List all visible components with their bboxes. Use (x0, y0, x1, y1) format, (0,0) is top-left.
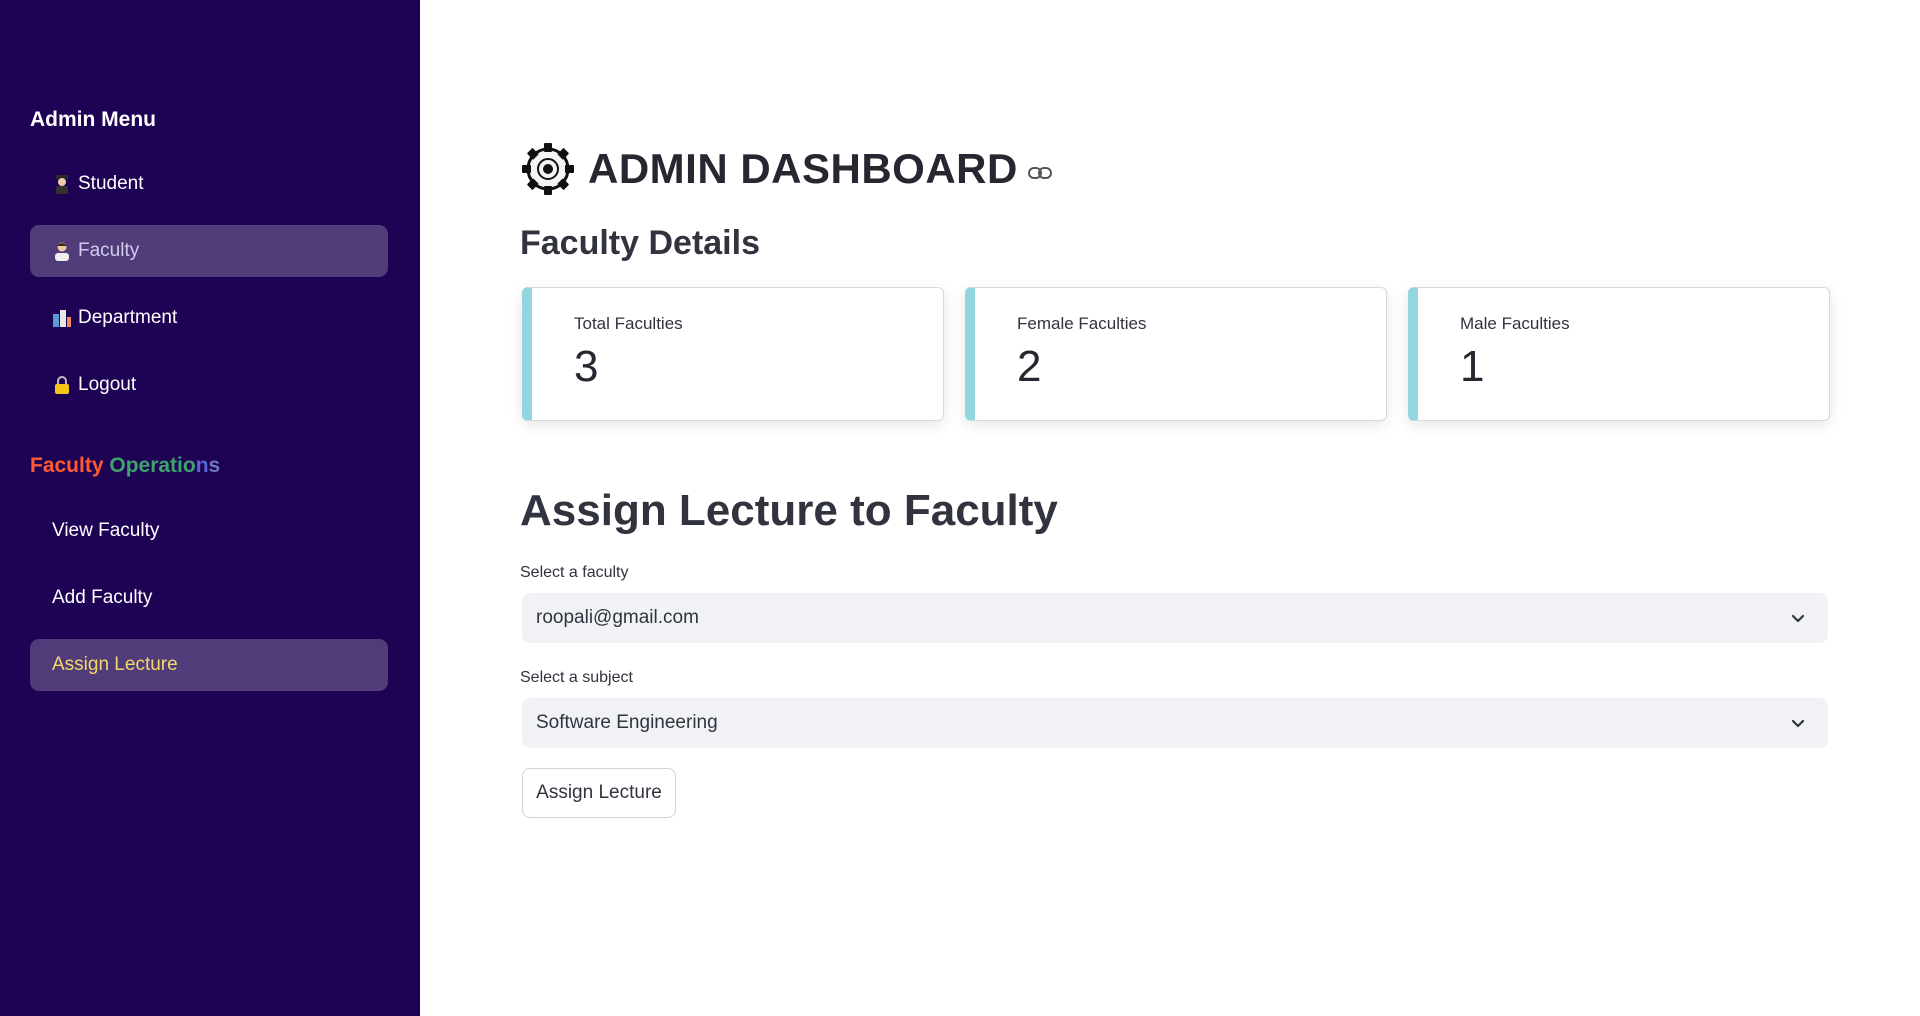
ops-title-part: Faculty (30, 454, 110, 477)
sidebar-item-student[interactable]: Student (30, 158, 388, 210)
sidebar-item-label: Department (78, 307, 178, 328)
faculty-icon (52, 240, 72, 262)
sidebar-item-label: Logout (78, 374, 137, 395)
student-icon (52, 173, 72, 195)
faculty-select[interactable]: roopali@gmail.com (522, 593, 1828, 643)
gear-icon (522, 143, 574, 195)
chevron-down-icon (1791, 719, 1805, 728)
sidebar-item-add-faculty[interactable]: Add Faculty (30, 572, 388, 624)
sidebar-item-label: Add Faculty (52, 587, 153, 608)
metric-card-male: Male Faculties 1 (1408, 287, 1830, 421)
sidebar-item-label: Assign Lecture (52, 654, 178, 675)
metric-value: 2 (1017, 342, 1042, 391)
sidebar-item-view-faculty[interactable]: View Faculty (30, 505, 388, 557)
subject-select-value: Software Engineering (536, 712, 718, 733)
sidebar-item-label: Student (78, 173, 144, 194)
metric-value: 3 (574, 342, 599, 391)
sidebar-item-label: View Faculty (52, 520, 160, 541)
faculty-operations-title: Faculty Operations (30, 454, 220, 478)
sidebar-item-assign-lecture[interactable]: Assign Lecture (30, 639, 388, 691)
ops-title-part: n (195, 454, 209, 477)
faculty-details-heading: Faculty Details (520, 224, 760, 262)
sidebar: Admin Menu Student Faculty Department Lo… (0, 0, 420, 1016)
metric-value: 1 (1460, 342, 1485, 391)
metric-label: Female Faculties (1017, 314, 1147, 333)
metric-card-female: Female Faculties 2 (965, 287, 1387, 421)
ops-title-part: s (208, 454, 221, 477)
subject-select[interactable]: Software Engineering (522, 698, 1828, 748)
page-title: ADMIN DASHBOARD (588, 145, 1018, 192)
sidebar-item-label: Faculty (78, 240, 140, 261)
faculty-select-value: roopali@gmail.com (536, 607, 699, 628)
sidebar-item-logout[interactable]: Logout (30, 359, 388, 411)
metric-label: Total Faculties (574, 314, 683, 333)
metric-card-total: Total Faculties 3 (522, 287, 944, 421)
admin-menu-title: Admin Menu (30, 108, 156, 131)
sidebar-item-department[interactable]: Department (30, 292, 388, 344)
ops-title-part: Operatio (109, 454, 196, 477)
assign-lecture-button[interactable]: Assign Lecture (522, 768, 676, 818)
subject-select-label: Select a subject (520, 669, 633, 686)
metric-label: Male Faculties (1460, 314, 1570, 333)
anchor-link-icon[interactable] (1027, 166, 1052, 180)
department-icon (52, 307, 72, 329)
lock-icon (52, 374, 72, 396)
sidebar-item-faculty[interactable]: Faculty (30, 225, 388, 277)
page-header: ADMIN DASHBOARD (520, 140, 1052, 198)
faculty-select-label: Select a faculty (520, 564, 629, 581)
chevron-down-icon (1791, 614, 1805, 623)
assign-lecture-heading: Assign Lecture to Faculty (520, 486, 1058, 535)
